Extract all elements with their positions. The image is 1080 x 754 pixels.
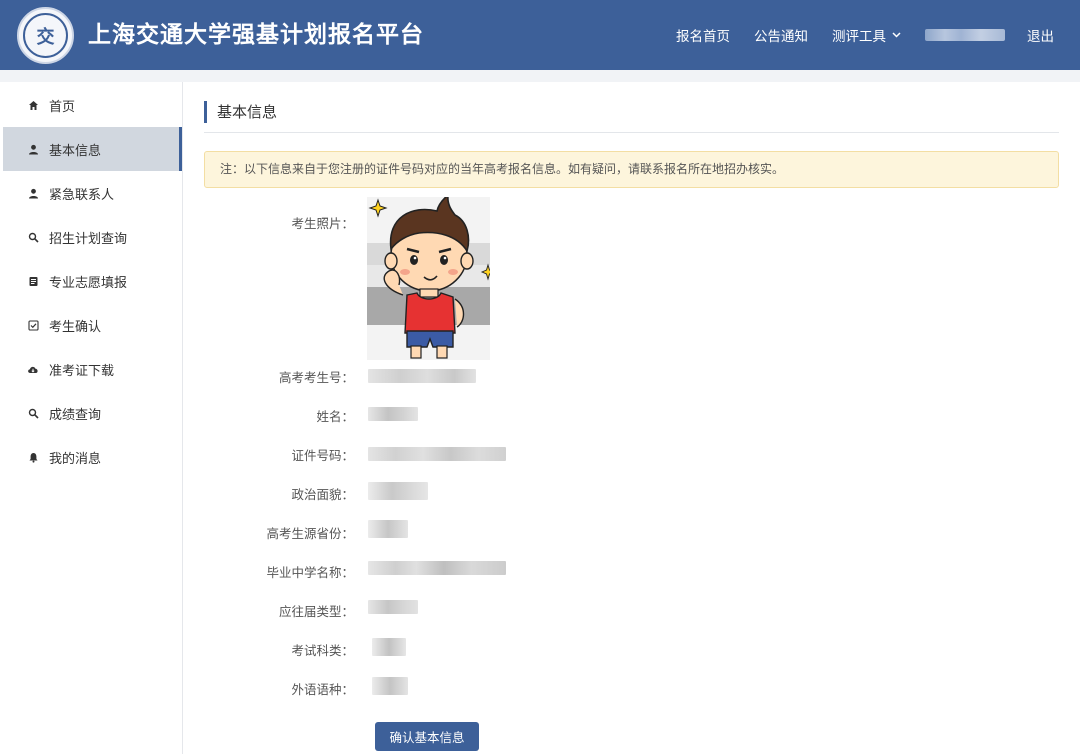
label-political-status: 政治面貌： (291, 487, 354, 502)
label-photo: 考生照片： (291, 216, 354, 231)
sidebar-item-messages[interactable]: 我的消息 (3, 435, 182, 479)
user-name-redacted[interactable] (925, 29, 1005, 41)
label-name: 姓名： (316, 409, 354, 424)
cloud-download-icon (27, 363, 39, 375)
sidebar: 首页 基本信息 紧急联系人 招生计划查询 专业志愿填报 考生确认 准考证下载 成… (0, 82, 183, 754)
sidebar-item-basic-info[interactable]: 基本信息 (3, 127, 182, 171)
sidebar-item-label: 专业志愿填报 (49, 275, 128, 291)
university-logo: 交 (17, 7, 74, 64)
value-foreign-language-redacted (372, 677, 408, 695)
candidate-photo (367, 197, 490, 360)
search-icon (27, 231, 39, 243)
confirm-basic-info-button[interactable]: 确认基本信息 (375, 722, 479, 751)
search-icon (27, 407, 39, 419)
sidebar-item-candidate-confirm[interactable]: 考生确认 (3, 303, 182, 347)
nav-tools-label: 测评工具 (832, 29, 886, 45)
sidebar-item-major-preference[interactable]: 专业志愿填报 (3, 259, 182, 303)
nav-notices-link[interactable]: 公告通知 (754, 25, 808, 45)
label-exam-number: 高考考生号： (278, 370, 354, 385)
sidebar-item-score-query[interactable]: 成绩查询 (3, 391, 182, 435)
title-divider (204, 132, 1059, 133)
sidebar-item-label: 成绩查询 (49, 407, 102, 423)
label-exam-category: 考试科类： (291, 643, 354, 658)
value-name-redacted (368, 407, 418, 421)
user-icon (27, 143, 39, 155)
nav-home-link[interactable]: 报名首页 (676, 25, 730, 45)
value-province-redacted (368, 520, 408, 538)
sidebar-item-home[interactable]: 首页 (3, 83, 182, 127)
sidebar-item-label: 考生确认 (49, 319, 102, 335)
nav-tools-dropdown[interactable]: 测评工具 (832, 25, 901, 45)
label-province: 高考生源省份： (266, 526, 354, 541)
sidebar-item-label: 基本信息 (49, 143, 102, 159)
sidebar-item-label: 首页 (49, 99, 76, 115)
sidebar-item-label: 我的消息 (49, 451, 102, 467)
form-icon (27, 275, 39, 287)
top-nav: 报名首页 公告通知 测评工具 退出 (676, 0, 1080, 70)
sidebar-item-label: 紧急联系人 (49, 187, 115, 203)
label-graduate-type: 应往届类型： (278, 604, 354, 619)
value-exam-category-redacted (372, 638, 406, 656)
label-high-school: 毕业中学名称： (266, 565, 354, 580)
value-exam-number-redacted (368, 369, 476, 383)
logout-link[interactable]: 退出 (1027, 25, 1054, 45)
top-header: 交 上海交通大学强基计划报名平台 报名首页 公告通知 测评工具 退出 (0, 0, 1080, 70)
site-title: 上海交通大学强基计划报名平台 (88, 22, 424, 48)
label-id-number: 证件号码： (291, 448, 354, 463)
header-separator (0, 70, 1080, 82)
value-id-number-redacted (368, 447, 506, 461)
sidebar-item-label: 招生计划查询 (49, 231, 128, 247)
page-title: 基本信息 (204, 101, 277, 123)
info-notice: 注：以下信息来自于您注册的证件号码对应的当年高考报名信息。如有疑问，请联系报名所… (204, 151, 1059, 188)
bell-icon (27, 451, 39, 463)
sidebar-item-admission-ticket[interactable]: 准考证下载 (3, 347, 182, 391)
value-political-status-redacted (368, 482, 428, 500)
user-icon (27, 187, 39, 199)
value-high-school-redacted (368, 561, 506, 575)
sidebar-item-label: 准考证下载 (49, 363, 115, 379)
home-icon (27, 99, 39, 111)
logo-emblem: 交 (23, 13, 68, 58)
sidebar-item-enrollment-plan[interactable]: 招生计划查询 (3, 215, 182, 259)
chevron-down-icon (892, 30, 901, 41)
checkbox-icon (27, 319, 39, 331)
value-graduate-type-redacted (368, 600, 418, 614)
sidebar-item-emergency-contact[interactable]: 紧急联系人 (3, 171, 182, 215)
label-foreign-language: 外语语种： (291, 682, 354, 697)
